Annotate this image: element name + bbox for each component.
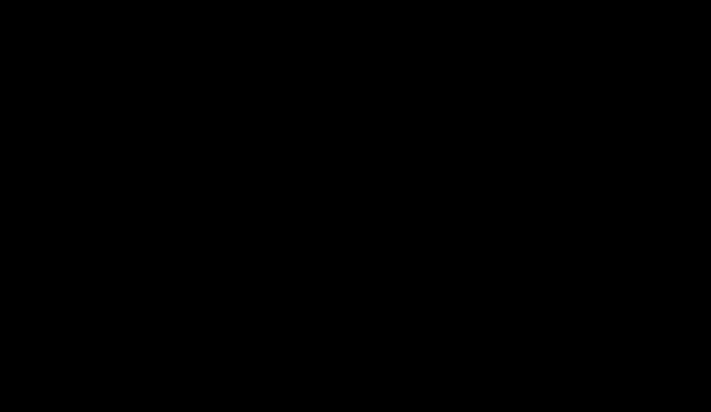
spectrogram-3d-canvas: [0, 0, 711, 412]
spectrum-3d-view: [0, 0, 711, 412]
